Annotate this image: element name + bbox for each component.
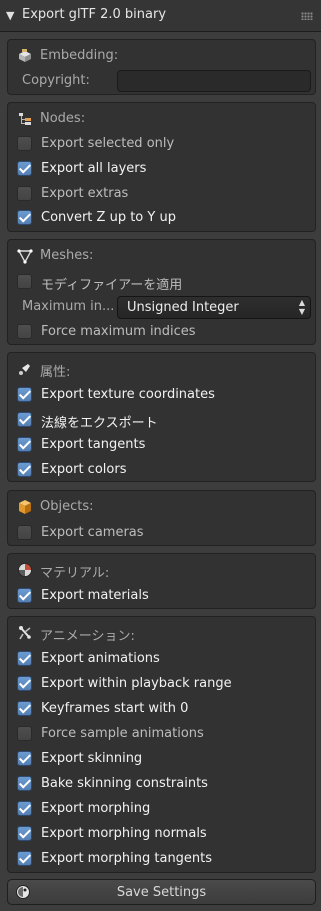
checkbox-label: 法線をエクスポート: [41, 416, 158, 431]
updown-arrow-icon: ▲ ▼: [298, 298, 305, 316]
checkbox-export-normals[interactable]: 法線をエクスポート: [8, 408, 315, 432]
meshes-panel: Meshes: モディファイアーを適用 Maximum in... Unsign…: [7, 239, 316, 345]
nodes-title: Nodes:: [40, 111, 86, 126]
checkbox-box[interactable]: [17, 726, 32, 741]
material-sphere-icon: [18, 563, 32, 577]
animation-title: アニメーション:: [40, 629, 135, 644]
armature-icon: [19, 626, 31, 640]
checkbox-convert-z-up[interactable]: Convert Z up to Y up: [8, 206, 315, 230]
checkbox-export-all-layers[interactable]: Export all layers: [8, 157, 315, 181]
package-icon: [19, 49, 31, 62]
cube-icon: [19, 500, 31, 514]
copyright-label: Copyright:: [22, 73, 90, 88]
checkbox-box[interactable]: [17, 776, 32, 791]
checkbox-label: Convert Z up to Y up: [41, 210, 176, 225]
checkbox-label: Keyframes start with 0: [41, 701, 189, 716]
checkbox-box[interactable]: [17, 462, 32, 477]
checkbox-label: Export morphing normals: [41, 826, 207, 841]
embedding-panel: Embedding: Copyright:: [7, 39, 316, 95]
checkbox-box[interactable]: [17, 676, 32, 691]
attribute-icon: [19, 364, 30, 375]
embedding-title: Embedding:: [40, 48, 119, 63]
checkbox-box[interactable]: [17, 651, 32, 666]
checkbox-bake-skinning[interactable]: Bake skinning constraints: [8, 772, 315, 796]
checkbox-box[interactable]: [17, 412, 32, 427]
mesh-icon: [17, 249, 33, 264]
checkbox-label: Export selected only: [41, 136, 175, 151]
meshes-title: Meshes:: [40, 248, 94, 263]
max-indices-label: Maximum in...: [22, 299, 115, 314]
save-settings-label: Save Settings: [116, 885, 207, 900]
material-title: マテリアル:: [40, 566, 110, 581]
checkbox-export-morphing[interactable]: Export morphing: [8, 797, 315, 821]
checkbox-export-selected-only[interactable]: Export selected only: [8, 132, 315, 156]
checkbox-export-skinning[interactable]: Export skinning: [8, 747, 315, 771]
checkbox-playback-range[interactable]: Export within playback range: [8, 672, 315, 696]
checkbox-box[interactable]: [17, 701, 32, 716]
checkbox-export-extras[interactable]: Export extras: [8, 182, 315, 206]
drag-grip-icon[interactable]: [301, 12, 313, 20]
checkbox-force-max-indices[interactable]: Force maximum indices: [8, 320, 315, 344]
checkbox-label: Export all layers: [41, 161, 147, 176]
checkbox-label: Export morphing: [41, 801, 151, 816]
checkbox-box[interactable]: [17, 324, 32, 339]
checkbox-box[interactable]: [17, 387, 32, 402]
checkbox-box[interactable]: [17, 186, 32, 201]
checkbox-box[interactable]: [17, 826, 32, 841]
checkbox-export-tangents[interactable]: Export tangents: [8, 433, 315, 457]
objects-panel: Objects: Export cameras: [7, 490, 316, 546]
checkbox-force-sample[interactable]: Force sample animations: [8, 722, 315, 746]
outliner-icon: [19, 113, 31, 125]
checkbox-label: Export colors: [41, 462, 127, 477]
checkbox-label: Export extras: [41, 186, 129, 201]
checkbox-morphing-tangents[interactable]: Export morphing tangents: [8, 847, 315, 871]
checkbox-morphing-normals[interactable]: Export morphing normals: [8, 822, 315, 846]
checkbox-box[interactable]: [17, 161, 32, 176]
checkbox-export-cameras[interactable]: Export cameras: [8, 521, 315, 545]
checkbox-label: Export skinning: [41, 751, 143, 766]
checkbox-box[interactable]: [17, 751, 32, 766]
operator-header[interactable]: ▼ Export glTF 2.0 binary: [0, 0, 321, 32]
max-indices-select[interactable]: Unsigned Integer ▲ ▼: [117, 296, 311, 319]
checkbox-label: Export materials: [41, 588, 149, 603]
attributes-title: 属性:: [40, 365, 71, 380]
animation-panel: アニメーション: Export animations Export within…: [7, 616, 316, 873]
save-settings-button[interactable]: Save Settings: [7, 879, 316, 905]
checkbox-box[interactable]: [17, 136, 32, 151]
checkbox-box[interactable]: [17, 588, 32, 603]
checkbox-label: Export animations: [41, 651, 160, 666]
checkbox-label: Force maximum indices: [41, 324, 196, 339]
checkbox-box[interactable]: [17, 437, 32, 452]
checkbox-label: Export within playback range: [41, 676, 232, 691]
select-value: Unsigned Integer: [127, 300, 239, 315]
attributes-panel: 属性: Export texture coordinates 法線をエクスポート…: [7, 352, 316, 482]
checkbox-box[interactable]: [17, 801, 32, 816]
checkbox-apply-modifiers[interactable]: モディファイアーを適用: [8, 270, 315, 294]
checkbox-box[interactable]: [17, 274, 32, 289]
checkbox-label: Force sample animations: [41, 726, 204, 741]
checkbox-box[interactable]: [17, 525, 32, 540]
checkbox-label: Bake skinning constraints: [41, 776, 208, 791]
checkbox-label: Export texture coordinates: [41, 387, 215, 402]
checkbox-label: モディファイアーを適用: [41, 278, 183, 293]
collapse-triangle-icon[interactable]: ▼: [6, 9, 14, 22]
nodes-panel: Nodes: Export selected only Export all l…: [7, 102, 316, 232]
checkbox-box[interactable]: [17, 851, 32, 866]
checkbox-export-materials[interactable]: Export materials: [8, 584, 315, 608]
objects-title: Objects:: [40, 499, 94, 514]
checkbox-label: Export cameras: [41, 525, 144, 540]
checkbox-export-colors[interactable]: Export colors: [8, 458, 315, 482]
copyright-field[interactable]: [117, 70, 311, 92]
operator-title: Export glTF 2.0 binary: [22, 7, 167, 22]
checkbox-keyframes-start-zero[interactable]: Keyframes start with 0: [8, 697, 315, 721]
checkbox-box[interactable]: [17, 210, 32, 225]
checkbox-label: Export morphing tangents: [41, 851, 213, 866]
checkbox-texture-coords[interactable]: Export texture coordinates: [8, 383, 315, 407]
checkbox-label: Export tangents: [41, 437, 146, 452]
checkbox-export-animations[interactable]: Export animations: [8, 647, 315, 671]
material-panel: マテリアル: Export materials: [7, 553, 316, 609]
